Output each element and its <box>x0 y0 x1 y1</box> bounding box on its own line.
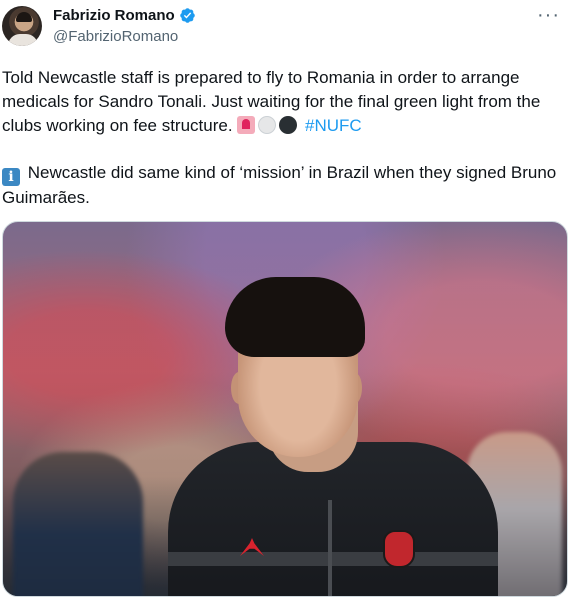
tweet-text-2: Newcastle did same kind of ‘mission’ in … <box>2 163 557 207</box>
tweet-photo[interactable] <box>2 221 568 597</box>
tweet-card: Fabrizio Romano @FabrizioRomano ··· Told… <box>0 0 573 611</box>
information-emoji-icon: i <box>2 168 20 186</box>
handle[interactable]: @FabrizioRomano <box>53 28 178 45</box>
tweet-text-paragraph-2: i Newcastle did same kind of ‘mission’ i… <box>2 161 562 210</box>
display-name[interactable]: Fabrizio Romano <box>53 7 175 24</box>
siren-emoji-icon <box>237 116 256 134</box>
black-circle-emoji-icon <box>279 116 298 134</box>
tweet-text-paragraph-1: Told Newcastle staff is prepared to fly … <box>2 66 562 138</box>
background-person <box>13 452 143 596</box>
more-options-icon[interactable]: ··· <box>537 4 560 27</box>
hashtag-link[interactable]: #NUFC <box>305 116 362 135</box>
verified-badge-icon <box>179 8 195 23</box>
club-crest-icon <box>383 530 415 568</box>
white-circle-emoji-icon <box>258 116 277 134</box>
author-name-row: Fabrizio Romano <box>53 7 196 24</box>
avatar[interactable] <box>2 6 42 46</box>
